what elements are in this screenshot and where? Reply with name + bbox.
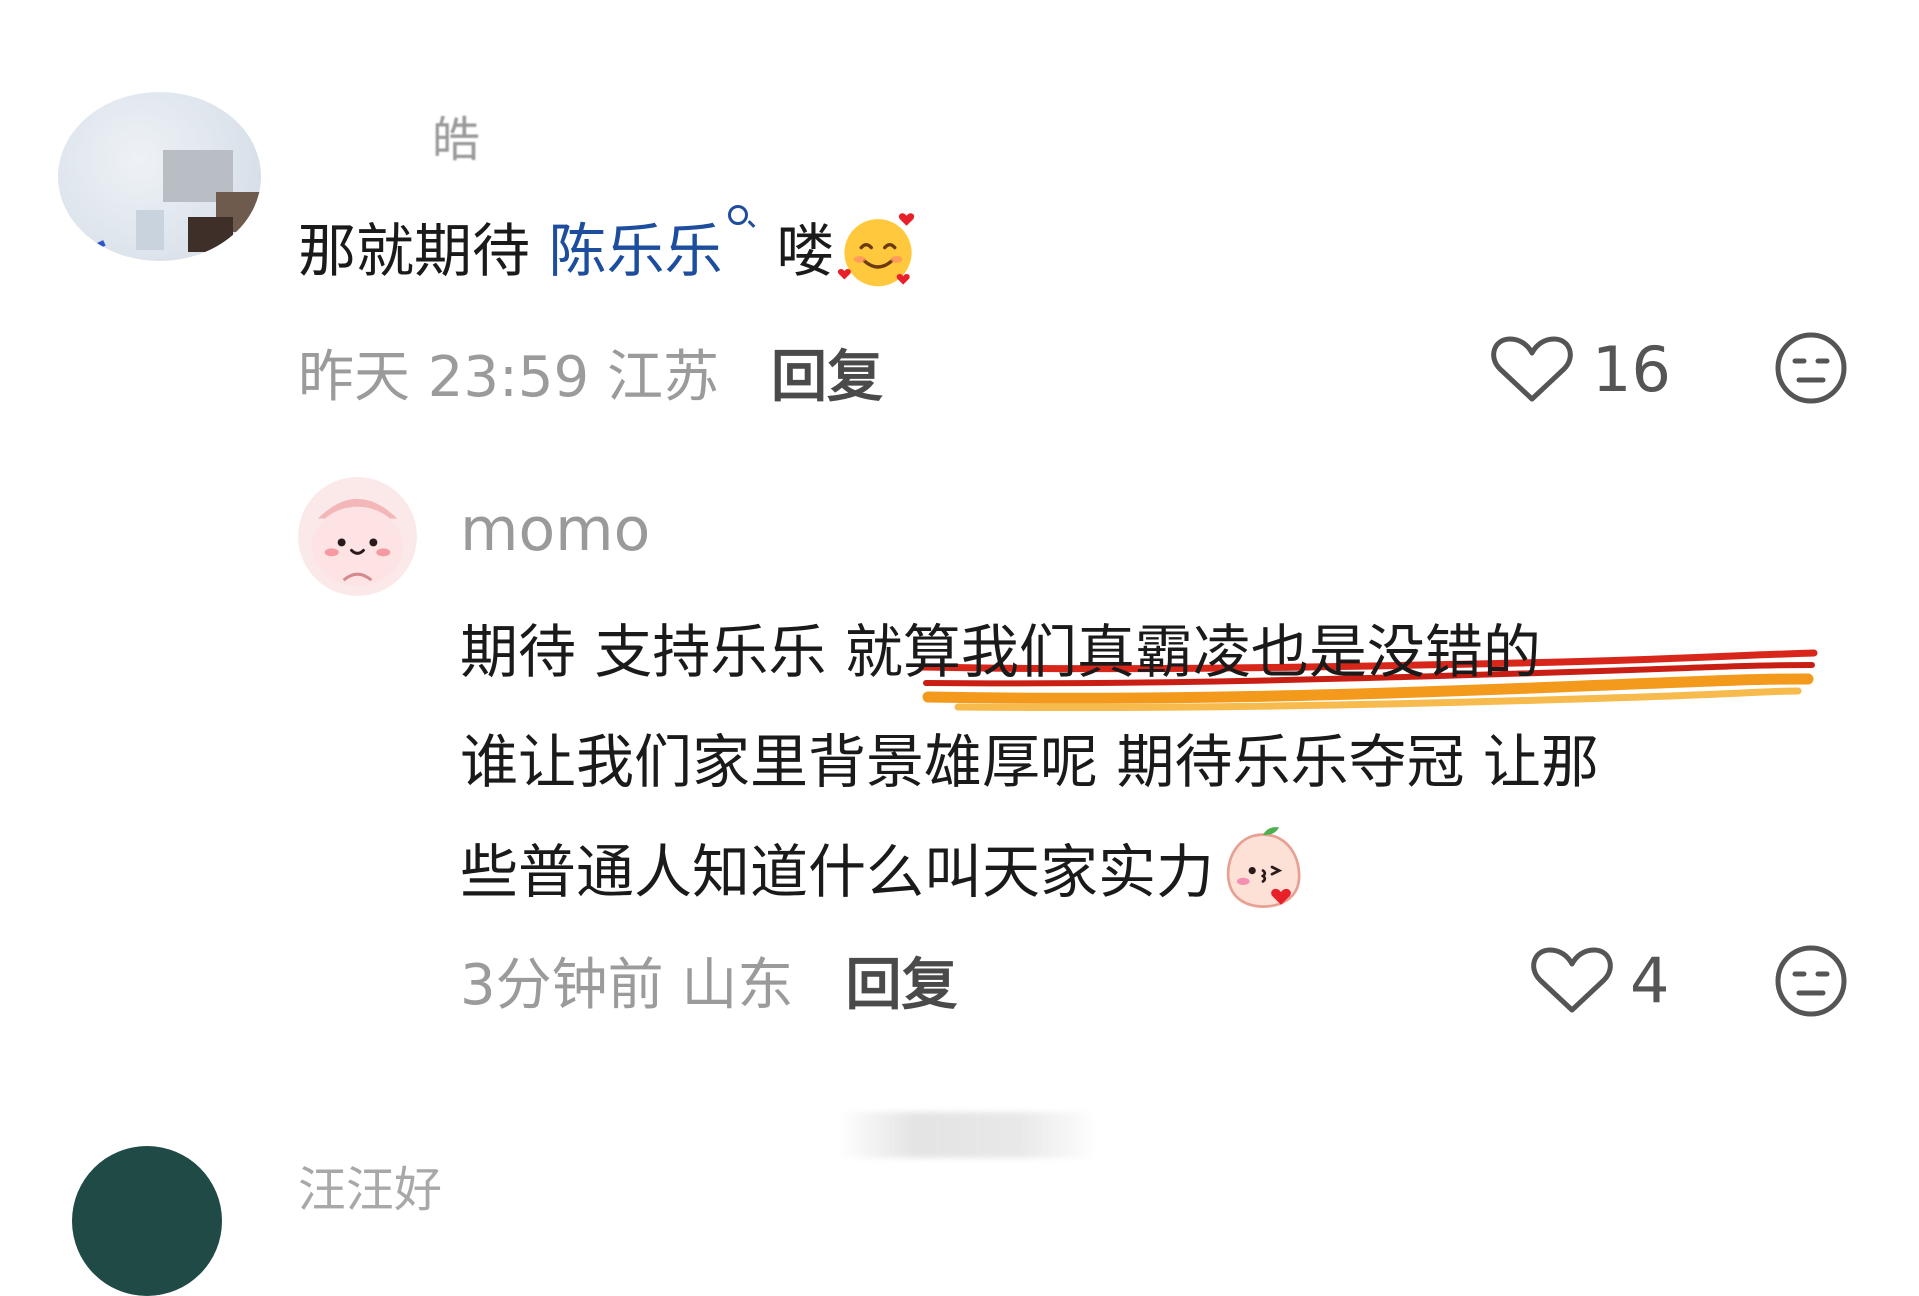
comment-text-part: 喽 [776,217,835,285]
mention-link[interactable]: 陈乐乐 [548,205,776,285]
avatar-detail [72,240,106,260]
comment-text: 期待 支持乐乐 就算我们真霸凌也是没错的 谁让我们家里背景雄厚呢 期待乐乐夺冠 … [460,597,1880,927]
comment-line: 期待 支持乐乐 就算我们真霸凌也是没错的 [460,618,1541,686]
avatar-blur-region [136,210,164,250]
username[interactable]: 汪汪好 [298,1150,442,1220]
avatar-blur-region [188,217,233,252]
heart-icon[interactable] [1490,333,1574,405]
comment-line-text: 些普通人知道什么叫天家实力 [460,838,1215,906]
avatar[interactable] [72,1146,222,1296]
comment-meta: 昨天 23:59 江苏 回复 [298,332,883,413]
comment-text: 那就期待 陈乐乐喽 [298,205,920,293]
comment-line: 些普通人知道什么叫天家实力 [460,817,1880,927]
comment-line: 谁让我们家里背景雄厚呢 期待乐乐夺冠 让那 [460,728,1599,796]
comment-meta: 3分钟前 山东 回复 [460,940,957,1021]
username[interactable]: 皓 [432,100,480,170]
avatar[interactable] [58,92,261,261]
like-count: 4 [1630,944,1670,1017]
timestamp-location: 昨天 23:59 江苏 [298,345,719,410]
like-count: 16 [1592,333,1671,406]
timestamp-location: 3分钟前 山东 [460,953,794,1018]
comment-text-part: 那就期待 [298,217,531,285]
username[interactable]: momo [460,495,650,565]
meh-face-icon[interactable] [1773,330,1849,406]
heart-icon[interactable] [1530,944,1614,1016]
peach-blowing-kiss-icon [1226,827,1301,908]
search-icon [728,205,749,225]
reply-button[interactable]: 回复 [771,345,883,410]
watermark [838,1112,1098,1158]
meh-face-icon[interactable] [1773,943,1849,1019]
avatar[interactable] [298,477,417,596]
mention-label: 陈乐乐 [548,217,723,285]
smiling-face-with-hearts-icon [838,213,915,287]
reply-button[interactable]: 回复 [845,953,957,1018]
